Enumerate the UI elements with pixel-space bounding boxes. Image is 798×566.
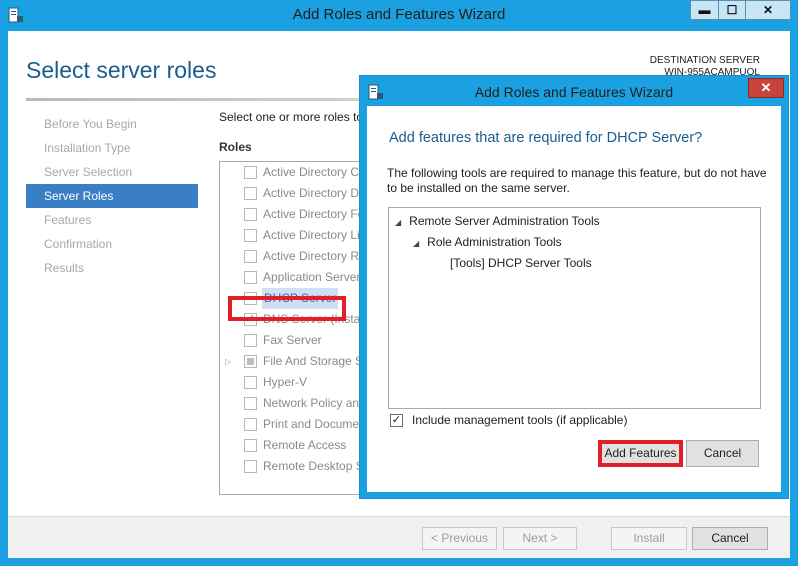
wizard-steps-nav: Before You Begin Installation Type Serve… xyxy=(26,112,198,280)
main-titlebar[interactable]: Add Roles and Features Wizard ▬ ☐ ✕ xyxy=(0,0,798,31)
previous-button[interactable]: < Previous xyxy=(422,527,497,550)
role-checkbox[interactable] xyxy=(244,418,257,431)
expanded-icon[interactable]: ◢ xyxy=(413,239,419,248)
tree-item-role-admin-tools[interactable]: ◢ Role Administration Tools xyxy=(413,235,562,249)
expand-arrow-icon[interactable]: ▷ xyxy=(225,351,231,372)
minimize-button[interactable]: ▬ xyxy=(690,0,719,20)
role-label: Fax Server xyxy=(263,333,322,347)
dialog-body: Add features that are required for DHCP … xyxy=(367,106,781,492)
role-label: Active Directory R xyxy=(263,249,360,263)
step-confirmation[interactable]: Confirmation xyxy=(26,232,198,256)
next-button[interactable]: Next > xyxy=(503,527,577,550)
roles-heading: Roles xyxy=(219,140,252,154)
dialog-close-button[interactable]: ✕ xyxy=(748,78,784,98)
role-checkbox[interactable] xyxy=(244,208,257,221)
role-label: Network Policy an xyxy=(263,396,360,410)
role-label: Remote Access xyxy=(263,438,347,452)
role-label: Hyper-V xyxy=(263,375,308,389)
dhcp-highlight-box xyxy=(228,296,346,321)
tree-item-dhcp-server-tools[interactable]: [Tools] DHCP Server Tools xyxy=(450,256,592,270)
role-checkbox[interactable] xyxy=(244,271,257,284)
role-checkbox[interactable] xyxy=(244,439,257,452)
role-checkbox[interactable] xyxy=(244,229,257,242)
dialog-titlebar[interactable]: Add Roles and Features Wizard ✕ xyxy=(360,76,788,106)
role-label: Remote Desktop S xyxy=(263,459,364,473)
role-label: Active Directory Fe xyxy=(263,207,365,221)
tree-item-label: Role Administration Tools xyxy=(427,235,562,249)
role-checkbox[interactable] xyxy=(244,334,257,347)
role-label: Active Directory D xyxy=(263,186,360,200)
destination-server-label: DESTINATION SERVER xyxy=(649,55,760,66)
close-button[interactable]: ✕ xyxy=(745,0,791,20)
install-button[interactable]: Install xyxy=(611,527,687,550)
page-title: Select server roles xyxy=(26,57,217,83)
role-label: Print and Docume xyxy=(263,417,360,431)
wizard-footer: < Previous Next > Install Cancel xyxy=(8,516,790,558)
tree-item-label: [Tools] DHCP Server Tools xyxy=(450,256,592,270)
role-checkbox[interactable] xyxy=(244,355,257,368)
step-features[interactable]: Features xyxy=(26,208,198,232)
main-window-title: Add Roles and Features Wizard xyxy=(292,6,506,23)
role-checkbox[interactable] xyxy=(244,166,257,179)
step-installation-type[interactable]: Installation Type xyxy=(26,136,198,160)
step-results[interactable]: Results xyxy=(26,256,198,280)
role-checkbox[interactable] xyxy=(244,187,257,200)
cancel-button[interactable]: Cancel xyxy=(692,527,768,550)
role-checkbox[interactable] xyxy=(244,460,257,473)
add-features-dialog: Add Roles and Features Wizard ✕ Add feat… xyxy=(359,75,789,499)
step-before-you-begin[interactable]: Before You Begin xyxy=(26,112,198,136)
include-management-tools-checkbox[interactable]: ✓ xyxy=(390,414,403,427)
dialog-description: The following tools are required to mana… xyxy=(387,166,767,195)
add-features-button[interactable]: Add Features xyxy=(598,440,683,467)
role-checkbox[interactable] xyxy=(244,250,257,263)
required-features-tree[interactable]: ◢ Remote Server Administration Tools ◢ Rol… xyxy=(388,207,761,409)
step-server-roles[interactable]: Server Roles xyxy=(26,184,198,208)
role-label: File And Storage S xyxy=(263,354,364,368)
expanded-icon[interactable]: ◢ xyxy=(395,218,401,227)
dialog-cancel-button[interactable]: Cancel xyxy=(686,440,759,467)
role-label: Active Directory Li xyxy=(263,228,360,242)
maximize-button[interactable]: ☐ xyxy=(718,0,746,20)
dialog-heading: Add features that are required for DHCP … xyxy=(389,130,703,146)
role-label: Active Directory C xyxy=(263,165,360,179)
dialog-title: Add Roles and Features Wizard xyxy=(474,84,674,100)
role-checkbox[interactable] xyxy=(244,376,257,389)
role-label: Application Server xyxy=(263,270,361,284)
tree-item-remote-server-admin-tools[interactable]: ◢ Remote Server Administration Tools xyxy=(395,214,600,228)
roles-instruction: Select one or more roles to xyxy=(219,110,364,124)
step-server-selection[interactable]: Server Selection xyxy=(26,160,198,184)
role-checkbox[interactable] xyxy=(244,397,257,410)
include-management-tools-label: Include management tools (if applicable) xyxy=(412,413,628,427)
tree-item-label: Remote Server Administration Tools xyxy=(409,214,600,228)
